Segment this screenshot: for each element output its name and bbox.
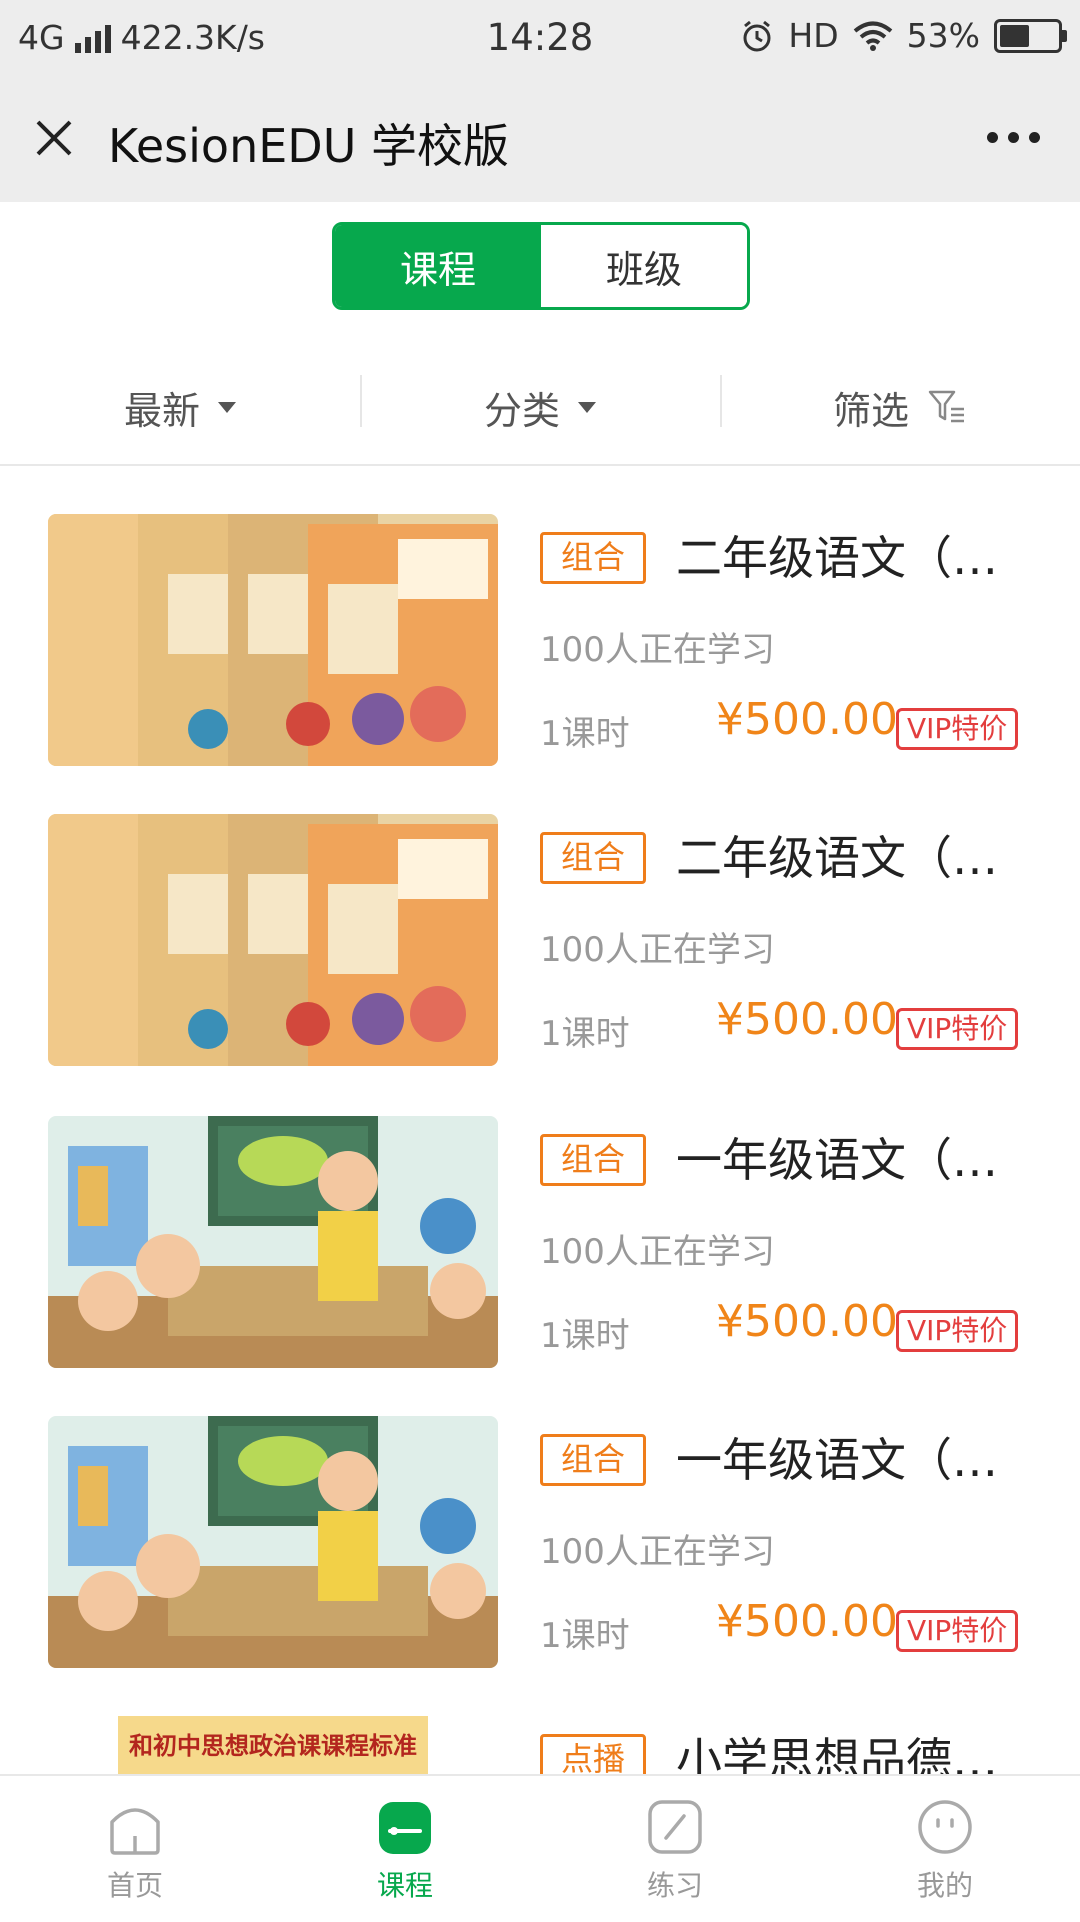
close-icon[interactable]: [30, 114, 78, 162]
course-thumbnail: [48, 514, 498, 766]
sort-label: 最新: [123, 388, 200, 433]
vip-badge: VIP特价: [896, 1310, 1019, 1352]
course-type-tag: 组合: [540, 832, 647, 884]
more-icon[interactable]: [987, 132, 1040, 143]
battery-percent: 53%: [906, 16, 980, 55]
segmented-tabs: 课程 班级: [332, 222, 750, 310]
classroom-image: [48, 1116, 498, 1368]
course-item[interactable]: 组合 二年级语文（… 100人正在学习 1课时 ¥500.00 VIP特价: [0, 466, 1080, 766]
textbooks-image: [48, 514, 498, 766]
course-price: ¥500.00: [716, 694, 898, 745]
learner-count: 100人正在学习: [540, 930, 775, 970]
course-thumbnail: [48, 1116, 498, 1368]
course-hours: 1课时: [540, 1316, 630, 1356]
filter-button[interactable]: 筛选: [720, 350, 1080, 464]
nav-label: 练习: [646, 1869, 703, 1902]
course-hours: 1课时: [540, 1616, 630, 1656]
course-list: 组合 二年级语文（… 100人正在学习 1课时 ¥500.00 VIP特价 组合…: [0, 466, 1080, 1774]
course-title: 小学思想品德…: [676, 1733, 998, 1774]
filter-icon: [928, 390, 964, 423]
filter-bar: 最新 分类 筛选: [0, 350, 1080, 466]
course-price: ¥500.00: [716, 1596, 898, 1647]
home-icon: [110, 1808, 160, 1855]
course-title: 二年级语文（…: [676, 831, 998, 885]
course-title: 一年级语文（…: [676, 1133, 998, 1187]
course-price: ¥500.00: [716, 994, 898, 1045]
vip-badge: VIP特价: [896, 708, 1019, 750]
course-title: 一年级语文（…: [676, 1433, 998, 1487]
course-item[interactable]: 组合 一年级语文（… 100人正在学习 1课时 ¥500.00 VIP特价: [0, 1368, 1080, 1668]
caret-down-icon: [578, 401, 596, 413]
nav-home[interactable]: 首页: [0, 1776, 270, 1922]
course-hours: 1课时: [540, 714, 630, 754]
course-item[interactable]: 组合 一年级语文（… 100人正在学习 1课时 ¥500.00 VIP特价: [0, 1068, 1080, 1368]
battery-icon: [994, 18, 1067, 53]
vip-badge: VIP特价: [896, 1008, 1019, 1050]
filter-label: 筛选: [832, 388, 909, 433]
course-icon: [379, 1802, 431, 1854]
tab-courses[interactable]: 课程: [335, 225, 541, 307]
course-thumbnail: 和初中思想政治课课程标准: [118, 1716, 428, 1774]
nav-label: 我的: [916, 1869, 973, 1902]
tab-classes[interactable]: 班级: [541, 225, 747, 307]
category-dropdown[interactable]: 分类: [360, 350, 720, 464]
category-label: 分类: [483, 388, 560, 433]
course-item[interactable]: 组合 二年级语文（… 100人正在学习 1课时 ¥500.00 VIP特价: [0, 766, 1080, 1066]
course-type-tag: 组合: [540, 532, 647, 584]
classroom-image: [48, 1416, 498, 1668]
vip-badge: VIP特价: [896, 1610, 1019, 1652]
textbooks-image: [48, 814, 498, 1066]
learner-count: 100人正在学习: [540, 1232, 775, 1272]
nav-practice[interactable]: 练习: [540, 1776, 810, 1922]
status-right: HD 53%: [740, 16, 1067, 55]
course-hours: 1课时: [540, 1014, 630, 1054]
nav-courses[interactable]: 课程: [270, 1776, 540, 1922]
course-type-tag: 组合: [540, 1134, 647, 1186]
profile-icon: [918, 1800, 972, 1854]
course-type-tag: 点播: [540, 1734, 647, 1774]
hd-indicator: HD: [788, 16, 839, 55]
title-bar: KesionEDU 学校版: [0, 76, 1080, 202]
nav-label: 课程: [376, 1869, 433, 1902]
course-title: 二年级语文（…: [676, 531, 998, 585]
wifi-icon: [853, 21, 892, 51]
practice-icon: [648, 1800, 702, 1854]
caret-down-icon: [218, 401, 236, 413]
bottom-nav: 首页 课程 练习 我的: [0, 1774, 1080, 1922]
app-title: KesionEDU 学校版: [108, 119, 509, 173]
status-bar: 4G 422.3K/s 14:28 HD 53%: [0, 0, 1080, 76]
course-type-tag: 组合: [540, 1434, 647, 1486]
nav-label: 首页: [106, 1869, 163, 1902]
course-price: ¥500.00: [716, 1296, 898, 1347]
learner-count: 100人正在学习: [540, 1532, 775, 1572]
course-thumbnail: [48, 1416, 498, 1668]
course-item[interactable]: 和初中思想政治课课程标准 点播 小学思想品德…: [0, 1668, 1080, 1774]
learner-count: 100人正在学习: [540, 630, 775, 670]
nav-profile[interactable]: 我的: [810, 1776, 1080, 1922]
thumbnail-text: 和初中思想政治课课程标准: [129, 1731, 417, 1760]
course-thumbnail: [48, 814, 498, 1066]
sort-dropdown[interactable]: 最新: [0, 350, 360, 464]
alarm-icon: [743, 20, 771, 51]
